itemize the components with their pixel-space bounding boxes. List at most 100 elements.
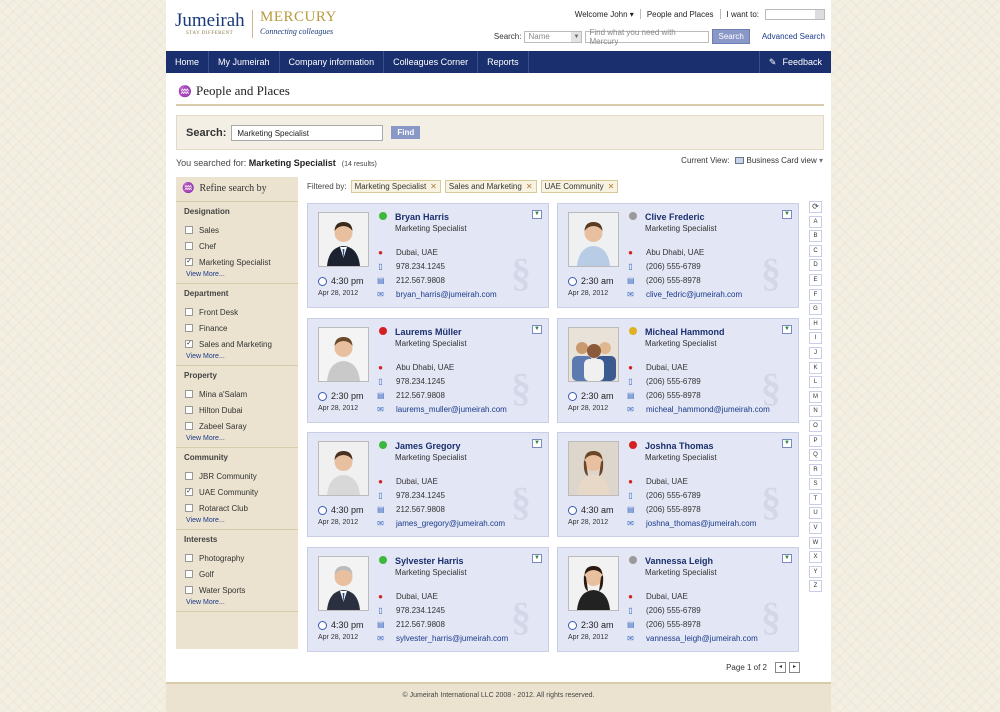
people-places-link[interactable]: People and Places bbox=[647, 10, 714, 19]
contact-name[interactable]: Sylvester Harris bbox=[395, 556, 464, 566]
alpha-letter-d[interactable]: D bbox=[809, 259, 822, 272]
checkbox[interactable] bbox=[185, 422, 193, 430]
alpha-letter-q[interactable]: Q bbox=[809, 449, 822, 462]
checkbox[interactable] bbox=[185, 570, 193, 578]
download-vcard-icon[interactable]: ▼ bbox=[782, 554, 792, 563]
email-link[interactable]: sylvester_harris@jumeirah.com bbox=[396, 634, 508, 643]
checkbox[interactable] bbox=[185, 406, 193, 414]
refine-option[interactable]: Hilton Dubai bbox=[176, 402, 298, 418]
remove-filter-icon[interactable]: ✕ bbox=[430, 182, 437, 191]
alpha-letter-p[interactable]: P bbox=[809, 434, 822, 447]
alpha-letter-l[interactable]: L bbox=[809, 376, 822, 389]
feedback-button[interactable]: ✎ Feedback bbox=[758, 51, 831, 73]
alpha-letter-t[interactable]: T bbox=[809, 492, 822, 505]
download-vcard-icon[interactable]: ▼ bbox=[782, 210, 792, 219]
email-link[interactable]: joshna_thomas@jumeirah.com bbox=[646, 519, 756, 528]
alpha-letter-o[interactable]: O bbox=[809, 419, 822, 432]
refine-option[interactable]: ✓ UAE Community bbox=[176, 484, 298, 500]
refine-option[interactable]: Chef bbox=[176, 238, 298, 254]
email-link[interactable]: bryan_harris@jumeirah.com bbox=[396, 290, 497, 299]
refine-option[interactable]: Mina a'Salam bbox=[176, 386, 298, 402]
email-link[interactable]: clive_fedric@jumeirah.com bbox=[646, 290, 742, 299]
i-want-to-dropdown[interactable] bbox=[765, 8, 825, 20]
top-search-button[interactable]: Search bbox=[712, 29, 750, 44]
search-scope-select[interactable]: Name ▼ bbox=[524, 30, 583, 43]
alpha-letter-w[interactable]: W bbox=[809, 536, 822, 549]
alpha-letter-e[interactable]: E bbox=[809, 273, 822, 286]
view-more-link[interactable]: View More... bbox=[176, 435, 298, 442]
mercury-logo[interactable]: MERCURY bbox=[260, 9, 337, 26]
nav-company-information[interactable]: Company information bbox=[280, 51, 385, 73]
refine-option[interactable]: Zabeel Saray bbox=[176, 418, 298, 434]
checkbox-checked[interactable]: ✓ bbox=[185, 340, 193, 348]
checkbox[interactable] bbox=[185, 504, 193, 512]
checkbox[interactable] bbox=[185, 390, 193, 398]
refine-option[interactable]: Sales bbox=[176, 222, 298, 238]
refine-option[interactable]: Front Desk bbox=[176, 304, 298, 320]
email-link[interactable]: james_gregory@jumeirah.com bbox=[396, 519, 505, 528]
nav-my-jumeirah[interactable]: My Jumeirah bbox=[209, 51, 280, 73]
alpha-letter-x[interactable]: X bbox=[809, 551, 822, 564]
nav-reports[interactable]: Reports bbox=[478, 51, 529, 73]
avatar[interactable] bbox=[568, 327, 619, 382]
contact-name[interactable]: Micheal Hammond bbox=[645, 327, 725, 337]
nav-colleagues-corner[interactable]: Colleagues Corner bbox=[384, 51, 479, 73]
alpha-letter-j[interactable]: J bbox=[809, 346, 822, 359]
refine-option[interactable]: Rotaract Club bbox=[176, 500, 298, 516]
download-vcard-icon[interactable]: ▼ bbox=[782, 439, 792, 448]
checkbox[interactable] bbox=[185, 226, 193, 234]
advanced-search-link[interactable]: Advanced Search bbox=[762, 32, 825, 41]
alpha-letter-c[interactable]: C bbox=[809, 244, 822, 257]
alpha-letter-z[interactable]: Z bbox=[809, 580, 822, 593]
refine-option[interactable]: ✓ Sales and Marketing bbox=[176, 336, 298, 352]
avatar[interactable] bbox=[318, 556, 369, 611]
refresh-button[interactable]: ⟳ bbox=[809, 201, 822, 213]
download-vcard-icon[interactable]: ▼ bbox=[532, 439, 542, 448]
nav-home[interactable]: Home bbox=[166, 51, 210, 73]
alpha-letter-g[interactable]: G bbox=[809, 303, 822, 316]
refine-option[interactable]: Water Sports bbox=[176, 582, 298, 598]
checkbox[interactable] bbox=[185, 554, 193, 562]
refine-option[interactable]: Finance bbox=[176, 320, 298, 336]
avatar[interactable] bbox=[568, 441, 619, 496]
jumeirah-logo[interactable]: Jumeirah bbox=[175, 10, 245, 32]
checkbox-checked[interactable]: ✓ bbox=[185, 258, 193, 266]
download-vcard-icon[interactable]: ▼ bbox=[532, 325, 542, 334]
refine-option[interactable]: Photography bbox=[176, 550, 298, 566]
email-link[interactable]: laurems_muller@jumeirah.com bbox=[396, 405, 507, 414]
alpha-letter-n[interactable]: N bbox=[809, 405, 822, 418]
email-link[interactable]: vannessa_leigh@jumeirah.com bbox=[646, 634, 758, 643]
checkbox[interactable] bbox=[185, 472, 193, 480]
next-page-button[interactable]: ▸ bbox=[789, 662, 800, 673]
checkbox[interactable] bbox=[185, 586, 193, 594]
alpha-letter-y[interactable]: Y bbox=[809, 565, 822, 578]
alpha-letter-u[interactable]: U bbox=[809, 507, 822, 520]
search-input[interactable]: Marketing Specialist bbox=[231, 124, 384, 141]
contact-name[interactable]: Joshna Thomas bbox=[645, 441, 714, 451]
view-more-link[interactable]: View More... bbox=[176, 353, 298, 360]
find-button[interactable]: Find bbox=[391, 126, 421, 139]
view-more-link[interactable]: View More... bbox=[176, 517, 298, 524]
alpha-letter-k[interactable]: K bbox=[809, 361, 822, 374]
checkbox[interactable] bbox=[185, 308, 193, 316]
refine-option[interactable]: ✓ Marketing Specialist bbox=[176, 254, 298, 270]
contact-name[interactable]: Vannessa Leigh bbox=[645, 556, 713, 566]
checkbox[interactable] bbox=[185, 324, 193, 332]
alpha-letter-h[interactable]: H bbox=[809, 317, 822, 330]
top-search-input[interactable]: Find what you need with Mercury bbox=[585, 28, 710, 46]
avatar[interactable] bbox=[318, 441, 369, 496]
alpha-letter-r[interactable]: R bbox=[809, 463, 822, 476]
contact-name[interactable]: Clive Frederic bbox=[645, 212, 705, 222]
alpha-letter-a[interactable]: A bbox=[809, 215, 822, 228]
avatar[interactable] bbox=[318, 327, 369, 382]
contact-name[interactable]: Bryan Harris bbox=[395, 212, 449, 222]
contact-name[interactable]: Laurems Müller bbox=[395, 327, 462, 337]
view-more-link[interactable]: View More... bbox=[176, 271, 298, 278]
view-select[interactable]: Business Card view ▾ bbox=[747, 156, 824, 165]
refine-option[interactable]: JBR Community bbox=[176, 468, 298, 484]
checkbox[interactable] bbox=[185, 242, 193, 250]
view-more-link[interactable]: View More... bbox=[176, 599, 298, 606]
alpha-letter-m[interactable]: M bbox=[809, 390, 822, 403]
alpha-letter-v[interactable]: V bbox=[809, 522, 822, 535]
alpha-letter-b[interactable]: B bbox=[809, 230, 822, 243]
